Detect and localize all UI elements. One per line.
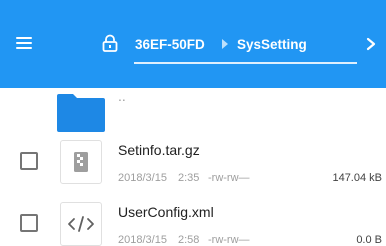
folder-icon xyxy=(57,94,105,132)
lock-icon[interactable] xyxy=(102,34,118,52)
breadcrumb-root[interactable]: 36EF-50FD xyxy=(135,36,205,54)
file-checkbox[interactable] xyxy=(20,214,38,232)
file-time: 2:58 xyxy=(178,234,200,246)
file-time: 2:35 xyxy=(178,172,200,184)
file-checkbox[interactable] xyxy=(20,152,38,170)
file-date: 2018/3/15 xyxy=(118,234,167,246)
file-date: 2018/3/15 xyxy=(118,172,167,184)
code-file-icon xyxy=(60,202,102,246)
archive-icon xyxy=(60,140,102,184)
file-name: Setinfo.tar.gz xyxy=(118,142,200,158)
parent-folder-row[interactable]: .. xyxy=(0,88,386,132)
file-permissions: -rw-rw— xyxy=(208,234,250,246)
code-glyph xyxy=(68,216,94,232)
file-row-setinfo[interactable]: Setinfo.tar.gz 2018/3/15 2:35 -rw-rw— 14… xyxy=(0,134,386,190)
breadcrumb-current[interactable]: SysSetting xyxy=(237,36,307,54)
chevron-right-icon[interactable] xyxy=(364,36,378,52)
file-row-userconfig[interactable]: UserConfig.xml 2018/3/15 2:58 -rw-rw— 0.… xyxy=(0,196,386,246)
file-size: 147.04 kB xyxy=(332,172,382,184)
app-bar: 36EF-50FD SysSetting xyxy=(0,0,386,88)
hamburger-menu-icon xyxy=(16,37,32,39)
parent-folder-label: .. xyxy=(118,88,126,104)
file-name: UserConfig.xml xyxy=(118,204,214,220)
archive-glyph xyxy=(74,152,88,172)
breadcrumb-underline xyxy=(134,62,357,64)
file-permissions: -rw-rw— xyxy=(208,172,250,184)
file-size: 0.0 B xyxy=(356,234,382,246)
breadcrumb-separator-icon xyxy=(222,39,228,49)
menu-button[interactable] xyxy=(16,33,38,53)
